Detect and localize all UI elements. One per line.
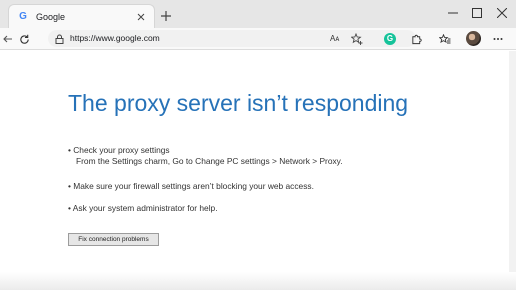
favorites-list-icon (439, 33, 451, 43)
fix-connection-button[interactable]: Fix connection problems (68, 233, 159, 246)
bullet-firewall: • Make sure your firewall settings aren’… (68, 181, 314, 191)
close-tab-icon[interactable] (134, 10, 148, 24)
plus-icon (161, 11, 171, 21)
more-options-icon (493, 38, 503, 40)
puzzle-piece-icon (411, 34, 422, 44)
error-heading: The proxy server isn’t responding (68, 90, 409, 116)
favorites-button[interactable] (437, 31, 453, 47)
profile-avatar[interactable] (466, 31, 481, 46)
add-favorite-icon[interactable] (350, 32, 364, 45)
refresh-button[interactable] (16, 31, 32, 47)
minimize-button[interactable] (445, 6, 461, 20)
url-text: https://www.google.com (70, 33, 160, 43)
grammarly-extension-icon[interactable]: G (384, 33, 396, 45)
lock-icon[interactable] (54, 33, 65, 44)
back-arrow-icon (3, 35, 12, 43)
tab-google[interactable]: G Google (8, 4, 155, 28)
browser-toolbar: https://www.google.com Aᴀ G (0, 28, 516, 50)
bullet-admin-help: • Ask your system administrator for help… (68, 203, 218, 213)
back-button[interactable] (0, 31, 16, 47)
maximize-button[interactable] (469, 6, 485, 20)
close-icon (497, 8, 507, 18)
bullet-check-proxy-detail: From the Settings charm, Go to Change PC… (76, 156, 343, 166)
new-tab-button[interactable] (158, 8, 174, 24)
minimize-icon (448, 12, 458, 14)
refresh-icon (19, 34, 29, 44)
settings-menu-button[interactable] (490, 31, 506, 47)
tab-strip: G Google (0, 0, 516, 28)
maximize-icon (472, 8, 482, 18)
address-bar[interactable]: https://www.google.com Aᴀ (48, 30, 416, 47)
read-aloud-icon[interactable]: Aᴀ (330, 32, 339, 45)
tab-title: Google (36, 12, 66, 22)
close-window-button[interactable] (494, 6, 510, 20)
bullet-check-proxy: • Check your proxy settings (68, 145, 170, 155)
scrollbar-track[interactable] (509, 51, 516, 290)
bottom-edge (0, 272, 516, 290)
google-favicon-icon: G (19, 11, 27, 22)
page-content (0, 51, 516, 290)
extensions-button[interactable] (408, 31, 424, 47)
